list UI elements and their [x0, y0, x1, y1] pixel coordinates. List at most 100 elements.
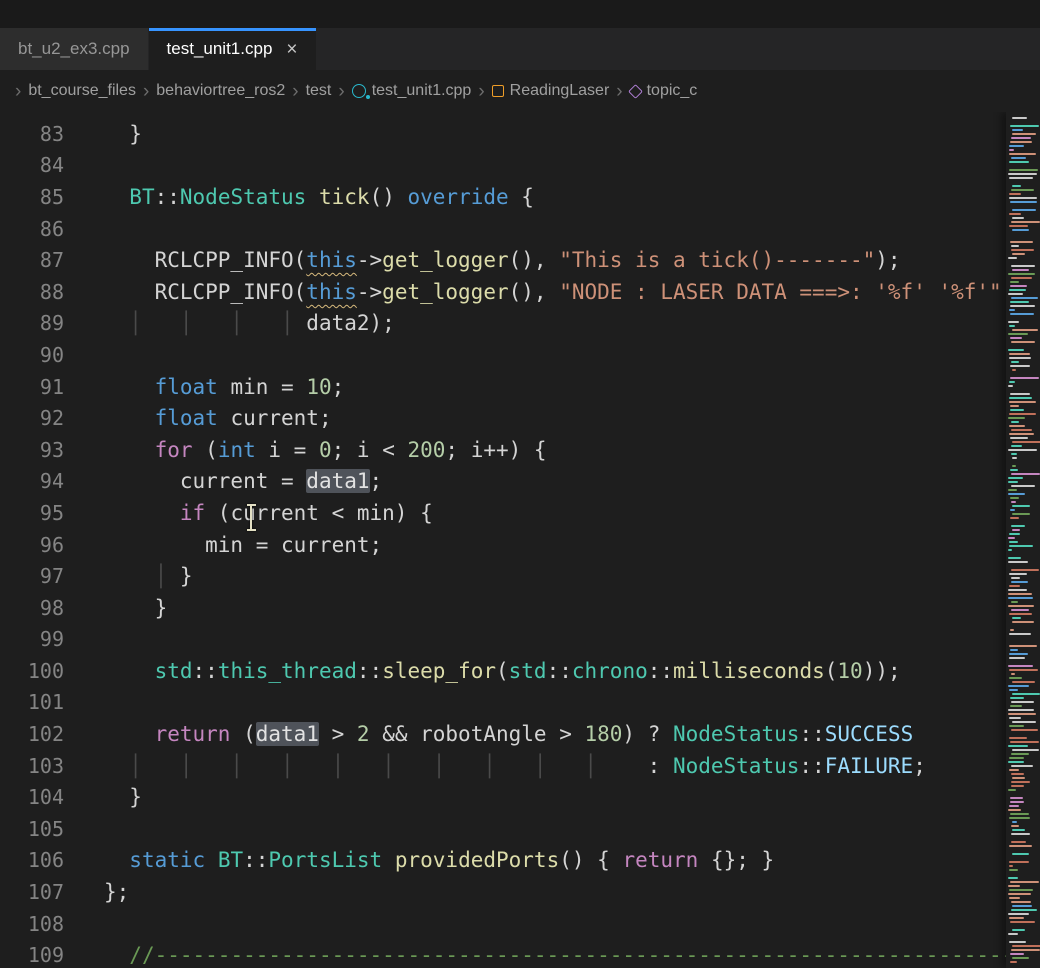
code-line[interactable]: 108	[0, 908, 1040, 940]
code-line[interactable]: 94 current = data1;	[0, 466, 1040, 498]
minimap-line	[1011, 245, 1019, 247]
code-text: │ │ │ │ │ │ │ │ │ │ : NodeStatus::FAILUR…	[104, 754, 926, 778]
line-number[interactable]: 106	[0, 848, 64, 872]
code-line[interactable]: 106 static BT::PortsList providedPorts()…	[0, 845, 1040, 877]
minimap-line	[1008, 745, 1028, 747]
line-number[interactable]: 91	[0, 375, 64, 399]
code-line[interactable]: 109 //----------------------------------…	[0, 939, 1040, 968]
line-number[interactable]: 90	[0, 343, 64, 367]
code-line[interactable]: 97 │ }	[0, 560, 1040, 592]
minimap[interactable]	[1006, 112, 1040, 968]
minimap-line	[1008, 557, 1021, 559]
code-line[interactable]: 104 }	[0, 781, 1040, 813]
line-number[interactable]: 102	[0, 722, 64, 746]
code-line[interactable]: 103 │ │ │ │ │ │ │ │ │ │ : NodeStatus::FA…	[0, 750, 1040, 782]
tab-bt_u2_ex3-cpp[interactable]: bt_u2_ex3.cpp	[0, 28, 148, 70]
code-line[interactable]: 90	[0, 339, 1040, 371]
minimap-line	[1011, 485, 1035, 487]
minimap-line	[1009, 573, 1027, 575]
minimap-line	[1010, 697, 1024, 699]
minimap-line	[1011, 361, 1019, 363]
line-number[interactable]: 97	[0, 564, 64, 588]
code-line[interactable]: 98 }	[0, 592, 1040, 624]
code-line[interactable]: 87 RCLCPP_INFO(this->get_logger(), "This…	[0, 244, 1040, 276]
breadcrumb-item-bt_course_files[interactable]: bt_course_files	[28, 82, 136, 100]
minimap-line	[1006, 461, 1040, 463]
line-number[interactable]: 99	[0, 627, 64, 651]
line-number[interactable]: 83	[0, 122, 64, 146]
minimap-line	[1009, 613, 1032, 615]
breadcrumb-item-behaviortree_ros2[interactable]: behaviortree_ros2	[156, 82, 285, 100]
code-line[interactable]: 84	[0, 150, 1040, 182]
minimap-line	[1009, 869, 1018, 871]
line-number[interactable]: 105	[0, 817, 64, 841]
code-editor[interactable]: 83 }8485 BT::NodeStatus tick() override …	[0, 112, 1040, 968]
close-icon[interactable]: ×	[286, 40, 297, 59]
minimap-line	[1009, 153, 1036, 155]
line-number[interactable]: 88	[0, 280, 64, 304]
symbol-icon	[628, 84, 643, 99]
breadcrumb-item-topic_c[interactable]: topic_c	[630, 82, 698, 100]
breadcrumb-label: ReadingLaser	[510, 82, 610, 100]
minimap-line	[1008, 877, 1018, 879]
minimap-line	[1010, 921, 1035, 923]
line-number[interactable]: 93	[0, 438, 64, 462]
code-line[interactable]: 93 for (int i = 0; i < 200; i++) {	[0, 434, 1040, 466]
line-number[interactable]: 107	[0, 880, 64, 904]
minimap-line	[1008, 173, 1037, 175]
minimap-line	[1006, 521, 1040, 523]
code-line[interactable]: 85 BT::NodeStatus tick() override {	[0, 181, 1040, 213]
line-number[interactable]: 96	[0, 533, 64, 557]
code-line[interactable]: 86	[0, 213, 1040, 245]
minimap-line	[1012, 465, 1016, 467]
line-number[interactable]: 109	[0, 943, 64, 967]
code-line[interactable]: 83 }	[0, 118, 1040, 150]
minimap-line	[1009, 397, 1032, 399]
minimap-line	[1009, 169, 1038, 171]
line-number[interactable]: 86	[0, 217, 64, 241]
minimap-line	[1008, 417, 1025, 419]
code-line[interactable]: 89 │ │ │ │ data2);	[0, 308, 1040, 340]
minimap-line	[1010, 961, 1017, 963]
code-line[interactable]: 96 min = current;	[0, 529, 1040, 561]
code-line[interactable]: 102 return (data1 > 2 && robotAngle > 18…	[0, 718, 1040, 750]
line-number[interactable]: 87	[0, 248, 64, 272]
code-line[interactable]: 88 RCLCPP_INFO(this->get_logger(), "NODE…	[0, 276, 1040, 308]
breadcrumb-item-test_unit1-cpp[interactable]: test_unit1.cpp	[352, 82, 472, 100]
line-number[interactable]: 95	[0, 501, 64, 525]
line-number[interactable]: 101	[0, 690, 64, 714]
tab-bar: bt_u2_ex3.cpptest_unit1.cpp×	[0, 28, 1040, 70]
code-line[interactable]: 91 float min = 10;	[0, 371, 1040, 403]
code-text: }	[104, 122, 142, 146]
code-line[interactable]: 107};	[0, 876, 1040, 908]
code-line[interactable]: 101	[0, 687, 1040, 719]
minimap-line	[1012, 505, 1030, 507]
line-number[interactable]: 84	[0, 153, 64, 177]
line-number[interactable]: 92	[0, 406, 64, 430]
code-line[interactable]: 100 std::this_thread::sleep_for(std::chr…	[0, 655, 1040, 687]
line-number[interactable]: 89	[0, 311, 64, 335]
line-number[interactable]: 94	[0, 469, 64, 493]
breadcrumb-item-test[interactable]: test	[306, 82, 332, 100]
minimap-line	[1012, 957, 1029, 959]
code-line[interactable]: 105	[0, 813, 1040, 845]
line-number[interactable]: 103	[0, 754, 64, 778]
breadcrumb-item-ReadingLaser[interactable]: ReadingLaser	[492, 82, 610, 100]
chevron-right-icon: ›	[338, 82, 344, 101]
tab-test_unit1-cpp[interactable]: test_unit1.cpp×	[149, 28, 316, 70]
line-number[interactable]: 108	[0, 912, 64, 936]
minimap-line	[1011, 601, 1018, 603]
line-number[interactable]: 98	[0, 596, 64, 620]
minimap-line	[1010, 377, 1039, 379]
code-line[interactable]: 95 if (current < min) {	[0, 497, 1040, 529]
line-number[interactable]: 104	[0, 785, 64, 809]
minimap-line	[1011, 841, 1026, 843]
code-text: }	[104, 596, 167, 620]
minimap-line	[1010, 405, 1019, 407]
code-line[interactable]: 99	[0, 624, 1040, 656]
code-line[interactable]: 92 float current;	[0, 402, 1040, 434]
minimap-line	[1008, 885, 1020, 887]
line-number[interactable]: 100	[0, 659, 64, 683]
minimap-line	[1012, 721, 1036, 723]
line-number[interactable]: 85	[0, 185, 64, 209]
